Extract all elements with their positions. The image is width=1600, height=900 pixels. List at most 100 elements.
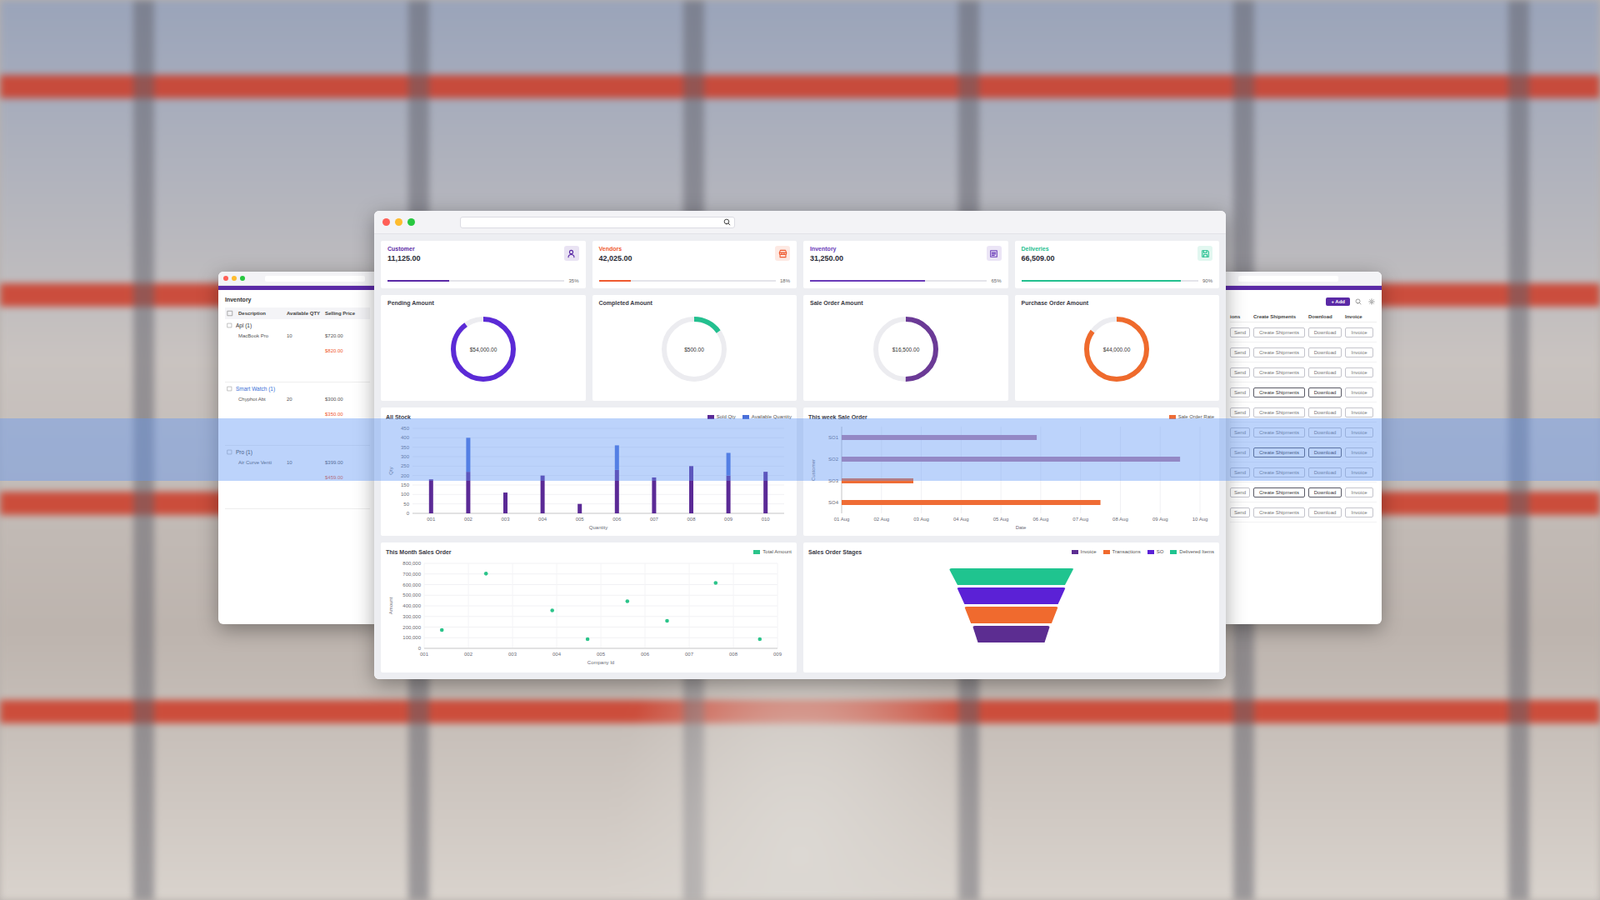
- axis-label: 150: [400, 482, 410, 488]
- row-action-button[interactable]: Send: [1230, 507, 1250, 518]
- row-action-button[interactable]: Send: [1230, 327, 1250, 338]
- row-action-button[interactable]: Download: [1308, 387, 1342, 398]
- row-action-button[interactable]: Invoice: [1345, 387, 1374, 398]
- stats-row: Customer11,125.0035%Vendors42,025.0018%I…: [380, 240, 1220, 289]
- stat-progress: 90%: [1021, 278, 1214, 284]
- row-action-button[interactable]: Send: [1230, 487, 1250, 498]
- row-action-button[interactable]: Download: [1308, 327, 1342, 338]
- row-action-button[interactable]: Send: [1230, 347, 1250, 358]
- row-action-button[interactable]: Create Shipments: [1253, 347, 1305, 358]
- row-action-button[interactable]: Download: [1308, 487, 1342, 498]
- legend-swatch: [707, 415, 715, 420]
- row-action-button[interactable]: Invoice: [1345, 447, 1374, 458]
- legend-item: Available Quantity: [742, 414, 792, 420]
- row-action-button[interactable]: Create Shipments: [1253, 487, 1305, 498]
- week-chart-card: This week Sale OrderSale Order Rate01 Au…: [803, 407, 1220, 536]
- stock-bar: [465, 471, 470, 514]
- close-button[interactable]: [382, 218, 390, 226]
- row-action-button[interactable]: Send: [1230, 467, 1250, 478]
- icon-stroke: [1203, 254, 1207, 257]
- maximize-button[interactable]: [240, 275, 245, 281]
- stat-icon-box: [986, 245, 1002, 261]
- donut-card: Completed Amount$500.00: [592, 295, 798, 401]
- spacer: [226, 475, 237, 480]
- icon-stroke: [1201, 250, 1209, 257]
- row-action-button[interactable]: Create Shipments: [1253, 507, 1305, 518]
- axis-label: SO1: [828, 435, 840, 440]
- legend-item: Total Amount: [753, 549, 792, 555]
- row-action-button[interactable]: Download: [1308, 407, 1342, 418]
- donut-title: Completed Amount: [599, 300, 791, 306]
- minimize-button[interactable]: [231, 275, 237, 281]
- row-action-button[interactable]: Download: [1308, 447, 1342, 458]
- stat-text: Deliveries66,509.00: [1021, 245, 1055, 263]
- cost-row: $820.00: [226, 348, 369, 354]
- maximize-button[interactable]: [407, 218, 415, 226]
- donut-arc: [664, 319, 725, 380]
- donut-card: Pending Amount$54,000.00: [380, 295, 586, 401]
- row-action-button[interactable]: Send: [1230, 427, 1250, 438]
- close-button[interactable]: [223, 275, 229, 281]
- row-action-button[interactable]: Invoice: [1345, 467, 1374, 478]
- row-action-button[interactable]: Create Shipments: [1253, 327, 1305, 338]
- group-row[interactable]: Pro (1): [226, 449, 369, 455]
- row-action-button[interactable]: Download: [1308, 507, 1342, 518]
- grid-line: [468, 563, 470, 649]
- row-action-button[interactable]: Invoice: [1345, 347, 1374, 358]
- axis-label: 02 Aug: [873, 516, 890, 522]
- stock-bar: [503, 492, 508, 514]
- axis-label: 003: [508, 651, 518, 657]
- axis-label: 800,000: [402, 560, 421, 566]
- row-action-button[interactable]: Send: [1230, 367, 1250, 378]
- row-action-button[interactable]: Invoice: [1345, 327, 1374, 338]
- stat-label: Deliveries: [1021, 245, 1055, 252]
- search-field[interactable]: [460, 216, 735, 229]
- row-action-button[interactable]: Invoice: [1345, 507, 1374, 518]
- row-action-button[interactable]: Send: [1230, 407, 1250, 418]
- row-action-button[interactable]: Invoice: [1345, 407, 1374, 418]
- row-action-button[interactable]: Invoice: [1345, 427, 1374, 438]
- item-cost: $459.00: [325, 475, 369, 480]
- panel-title: Inventory: [225, 296, 370, 303]
- dashboard-window: Customer11,125.0035%Vendors42,025.0018%I…: [374, 210, 1226, 680]
- row-action-button[interactable]: Download: [1308, 367, 1342, 378]
- row-action-button[interactable]: Invoice: [1345, 367, 1374, 378]
- row-action-button[interactable]: Invoice: [1345, 487, 1374, 498]
- stat-value: 42,025.00: [599, 254, 633, 263]
- item-description: MacBook Pro: [238, 333, 285, 339]
- group-name: Apl (1): [235, 322, 252, 329]
- group-row[interactable]: Smart Watch (1): [226, 385, 369, 392]
- row-action-button[interactable]: Download: [1308, 347, 1342, 358]
- row-action-button[interactable]: Send: [1230, 447, 1250, 458]
- grid-line: [556, 563, 558, 649]
- search-button[interactable]: [1353, 296, 1364, 307]
- row-action-button[interactable]: Create Shipments: [1253, 427, 1305, 438]
- bottom-row: This Month Sales OrderTotal Amount0100,0…: [380, 542, 1220, 673]
- table-header: ionsCreate ShipmentsDownloadInvoice: [1230, 311, 1377, 323]
- row-action-button[interactable]: Create Shipments: [1253, 467, 1305, 478]
- row-action-button[interactable]: Send: [1230, 387, 1250, 398]
- minimize-button[interactable]: [395, 218, 403, 226]
- axis-label: 07 Aug: [1072, 516, 1089, 522]
- row-action-button[interactable]: Create Shipments: [1253, 407, 1305, 418]
- axis-label: 001: [426, 516, 436, 522]
- settings-button[interactable]: [1366, 296, 1377, 307]
- legend-item: Transactions: [1103, 549, 1141, 555]
- spacer: [286, 475, 324, 480]
- donut-arc: [1086, 319, 1147, 380]
- group-row[interactable]: Apl (1): [226, 322, 369, 329]
- axis-label: 007: [650, 516, 660, 522]
- row-action-button[interactable]: Create Shipments: [1253, 387, 1305, 398]
- scatter-point: [714, 580, 719, 585]
- add-button[interactable]: + Add: [1325, 297, 1350, 306]
- row-action-button[interactable]: Create Shipments: [1253, 367, 1305, 378]
- progress-fill: [810, 280, 925, 282]
- axis-label: 05 Aug: [993, 516, 1010, 522]
- icon-stroke: [227, 450, 232, 455]
- bar-group: [841, 500, 1101, 505]
- row-action-button[interactable]: Download: [1308, 427, 1342, 438]
- row-action-button[interactable]: Download: [1308, 467, 1342, 478]
- grid-line: [412, 428, 785, 430]
- legend-item: SO: [1147, 549, 1165, 555]
- row-action-button[interactable]: Create Shipments: [1253, 447, 1305, 458]
